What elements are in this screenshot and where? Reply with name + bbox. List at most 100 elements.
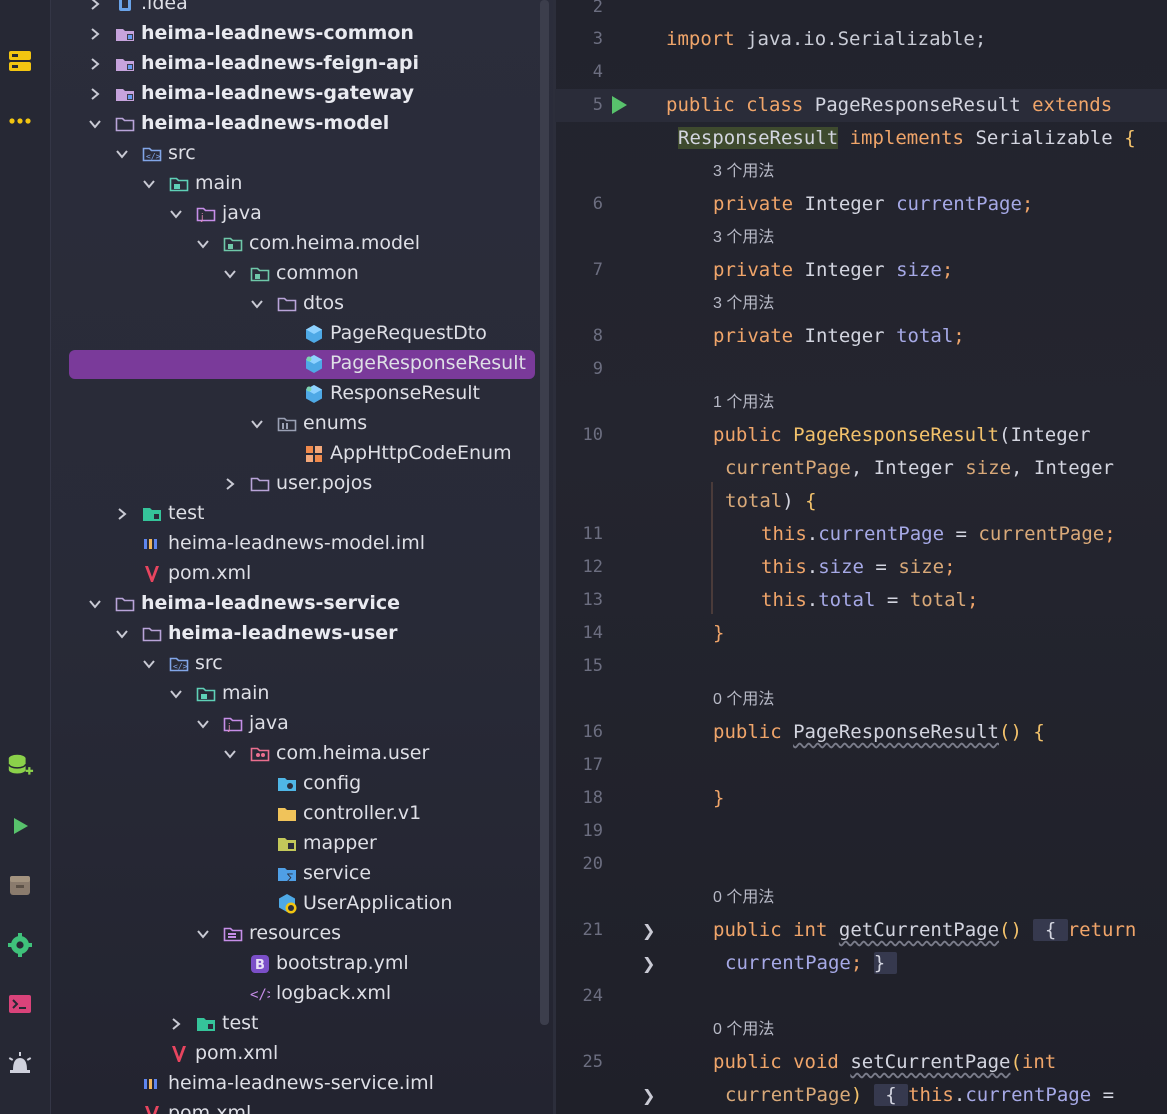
- chevron-down-icon[interactable]: [223, 747, 237, 761]
- fold-arrow-icon[interactable]: ❯: [642, 1079, 655, 1112]
- tree-item[interactable]: ResponseResult: [51, 379, 553, 409]
- tree-item[interactable]: j java: [51, 709, 553, 739]
- tree-item[interactable]: mapper: [51, 829, 553, 859]
- tree-item[interactable]: main: [51, 679, 553, 709]
- tree-item[interactable]: enums: [51, 409, 553, 439]
- code-line-ctor[interactable]: public PageResponseResult(Integer: [713, 419, 1091, 452]
- tree-item[interactable]: controller.v1: [51, 799, 553, 829]
- tree-item[interactable]: common: [51, 259, 553, 289]
- chevron-right-icon[interactable]: [88, 87, 102, 101]
- fold-arrow-icon[interactable]: ❯: [642, 914, 655, 947]
- usage-hint[interactable]: 0 个用法: [713, 1013, 774, 1046]
- code-line-close[interactable]: }: [713, 617, 724, 650]
- tree-item[interactable]: </> src: [51, 649, 553, 679]
- code-line-getter[interactable]: public int getCurrentPage() { return: [713, 914, 1136, 947]
- structure-icon[interactable]: [6, 47, 34, 75]
- chevron-down-icon[interactable]: [250, 417, 264, 431]
- usage-hint[interactable]: 1 个用法: [713, 386, 774, 419]
- chevron-down-icon[interactable]: [196, 237, 210, 251]
- tree-item[interactable]: heima-leadnews-feign-api: [51, 49, 553, 79]
- tree-item[interactable]: </> logback.xml: [51, 979, 553, 1009]
- tree-item[interactable]: test: [51, 1009, 553, 1039]
- code-line-assign-current[interactable]: this.currentPage = currentPage;: [761, 518, 1116, 551]
- chevron-down-icon[interactable]: [115, 147, 129, 161]
- chevron-down-icon[interactable]: [196, 927, 210, 941]
- tree-item[interactable]: dtos: [51, 289, 553, 319]
- code-line-ctor-cont[interactable]: currentPage, Integer size, Integer: [725, 452, 1114, 485]
- code-line-field-size[interactable]: private Integer size;: [713, 254, 953, 287]
- fold-arrow-icon[interactable]: ❯: [642, 947, 655, 980]
- code-line-setter[interactable]: public void setCurrentPage(int: [713, 1046, 1056, 1079]
- chevron-right-icon[interactable]: [169, 1017, 183, 1031]
- tree-item[interactable]: resources: [51, 919, 553, 949]
- chevron-down-icon[interactable]: [142, 657, 156, 671]
- tree-item[interactable]: j java: [51, 199, 553, 229]
- tree-item[interactable]: </> src: [51, 139, 553, 169]
- tree-item[interactable]: pom.xml: [51, 1099, 553, 1114]
- database-add-icon[interactable]: [6, 752, 34, 780]
- chevron-down-icon[interactable]: [88, 117, 102, 131]
- code-line-getter-cont[interactable]: currentPage; }: [725, 947, 897, 980]
- tree-item[interactable]: config: [51, 769, 553, 799]
- chevron-down-icon[interactable]: [115, 627, 129, 641]
- tree-item[interactable]: heima-leadnews-service.iml: [51, 1069, 553, 1099]
- code-line-assign-total[interactable]: this.total = total;: [761, 584, 978, 617]
- usage-hint[interactable]: 3 个用法: [713, 221, 774, 254]
- tree-item[interactable]: heima-leadnews-user: [51, 619, 553, 649]
- code-line-default-ctor[interactable]: public PageResponseResult() {: [713, 716, 1045, 749]
- code-line-setter-cont[interactable]: currentPage) { this.currentPage =: [725, 1079, 1114, 1112]
- tree-item[interactable]: Bbootstrap.yml: [51, 949, 553, 979]
- tree-item[interactable]: ∑ service: [51, 859, 553, 889]
- tree-item[interactable]: com.heima.user: [51, 739, 553, 769]
- chevron-right-icon[interactable]: [88, 0, 102, 11]
- chevron-down-icon[interactable]: [223, 267, 237, 281]
- chevron-right-icon[interactable]: [88, 57, 102, 71]
- tree-item[interactable]: AppHttpCodeEnum: [51, 439, 553, 469]
- code-line-class-decl[interactable]: public class PageResponseResult extends: [666, 89, 1112, 122]
- tree-item[interactable]: main: [51, 169, 553, 199]
- run-icon[interactable]: [6, 812, 34, 840]
- code-line-assign-size[interactable]: this.size = size;: [761, 551, 956, 584]
- chevron-down-icon[interactable]: [169, 207, 183, 221]
- usage-hint[interactable]: 0 个用法: [713, 683, 774, 716]
- code-line-import[interactable]: import java.io.Serializable;: [666, 23, 986, 56]
- chevron-right-icon[interactable]: [88, 27, 102, 41]
- chevron-down-icon[interactable]: [142, 177, 156, 191]
- code-line-close[interactable]: }: [713, 782, 724, 815]
- terminal-icon[interactable]: [6, 990, 34, 1018]
- tree-item[interactable]: PageResponseResult: [51, 349, 553, 379]
- tree-item-label: config: [303, 772, 362, 794]
- tree-item[interactable]: .idea: [51, 0, 553, 19]
- tree-item[interactable]: user.pojos: [51, 469, 553, 499]
- chevron-down-icon[interactable]: [250, 297, 264, 311]
- tree-item[interactable]: PageRequestDto: [51, 319, 553, 349]
- tree-scrollbar[interactable]: [540, 0, 549, 1025]
- tree-item[interactable]: pom.xml: [51, 559, 553, 589]
- tree-item[interactable]: heima-leadnews-common: [51, 19, 553, 49]
- chevron-down-icon[interactable]: [88, 597, 102, 611]
- tree-item[interactable]: com.heima.model: [51, 229, 553, 259]
- tree-item[interactable]: pom.xml: [51, 1039, 553, 1069]
- run-class-icon[interactable]: [612, 96, 627, 114]
- settings-gear-icon[interactable]: [6, 931, 34, 959]
- tree-item[interactable]: UserApplication: [51, 889, 553, 919]
- services-icon[interactable]: [6, 871, 34, 899]
- code-line-ctor-cont2[interactable]: total) {: [725, 485, 817, 518]
- chevron-down-icon[interactable]: [196, 717, 210, 731]
- code-line-field-current[interactable]: private Integer currentPage;: [713, 188, 1033, 221]
- usage-hint[interactable]: 0 个用法: [713, 881, 774, 914]
- chevron-right-icon[interactable]: [223, 477, 237, 491]
- problems-icon[interactable]: [6, 1050, 34, 1078]
- more-icon[interactable]: [6, 107, 34, 135]
- chevron-right-icon[interactable]: [115, 507, 129, 521]
- tree-item[interactable]: heima-leadnews-model: [51, 109, 553, 139]
- usage-hint[interactable]: 3 个用法: [713, 155, 774, 188]
- code-line-field-total[interactable]: private Integer total;: [713, 320, 965, 353]
- tree-item[interactable]: heima-leadnews-gateway: [51, 79, 553, 109]
- tree-item[interactable]: heima-leadnews-model.iml: [51, 529, 553, 559]
- usage-hint[interactable]: 3 个用法: [713, 287, 774, 320]
- tree-item[interactable]: test: [51, 499, 553, 529]
- tree-item[interactable]: heima-leadnews-service: [51, 589, 553, 619]
- chevron-down-icon[interactable]: [169, 687, 183, 701]
- code-line-class-decl-cont[interactable]: ResponseResult implements Serializable {: [678, 122, 1136, 155]
